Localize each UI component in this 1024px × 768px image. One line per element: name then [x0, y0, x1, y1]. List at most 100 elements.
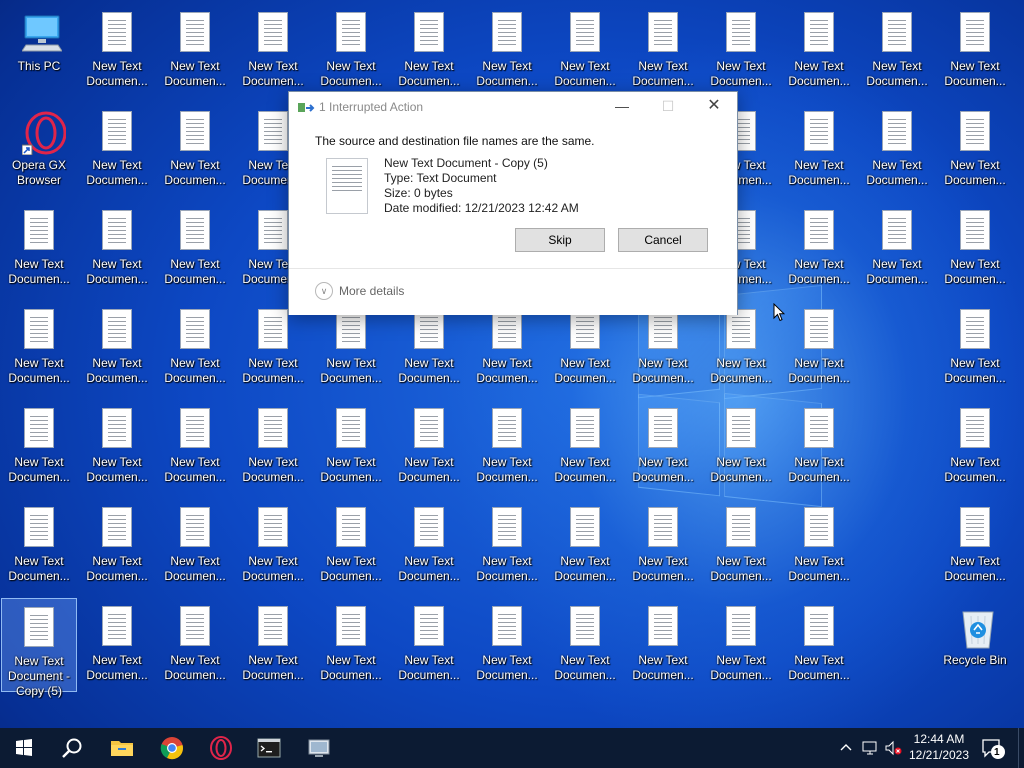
taskbar-clock[interactable]: 12:44 AM 12/21/2023 [904, 731, 974, 763]
taskbar-opera-gx[interactable] [197, 728, 245, 768]
network-icon[interactable] [862, 740, 878, 756]
opera-gx-desktop-icon[interactable]: Opera GX Browser [1, 103, 77, 197]
text-document-desktop-icon[interactable]: New Text Documen... [313, 4, 389, 98]
text-document-desktop-icon[interactable]: New Text Documen... [547, 598, 623, 692]
text-document-desktop-icon[interactable]: New Text Documen... [859, 4, 935, 98]
taskbar-chrome[interactable] [148, 728, 196, 768]
chevron-down-icon[interactable]: ∨ [315, 282, 333, 300]
desktop-icon-label: New Text Documen... [476, 653, 538, 682]
text-document-desktop-icon[interactable]: New Text Documen... [157, 202, 233, 296]
text-document-icon [22, 507, 56, 549]
more-details-link[interactable]: More details [339, 284, 404, 298]
recycle-bin-desktop-icon[interactable]: Recycle Bin [937, 598, 1013, 692]
text-document-desktop-icon[interactable]: New Text Documen... [157, 4, 233, 98]
text-document-desktop-icon[interactable]: New Text Documen... [79, 598, 155, 692]
text-document-desktop-icon[interactable]: New Text Documen... [391, 301, 467, 395]
text-document-desktop-icon[interactable]: New Text Documen... [235, 400, 311, 494]
text-document-desktop-icon[interactable]: New Text Documen... [703, 4, 779, 98]
text-document-desktop-icon[interactable]: New Text Documen... [313, 499, 389, 593]
text-document-desktop-icon[interactable]: New Text Documen... [781, 598, 857, 692]
text-document-desktop-icon[interactable]: New Text Documen... [781, 301, 857, 395]
text-document-desktop-icon[interactable]: New Text Documen... [313, 400, 389, 494]
text-document-desktop-icon[interactable]: New Text Documen... [781, 499, 857, 593]
text-document-desktop-icon[interactable]: New Text Documen... [937, 301, 1013, 395]
text-document-desktop-icon[interactable]: New Text Documen... [469, 301, 545, 395]
cancel-button[interactable]: Cancel [618, 228, 708, 252]
dialog-titlebar[interactable]: 1 Interrupted Action — ☐ ✕ [289, 92, 737, 122]
text-document-desktop-icon[interactable]: New Text Documen... [469, 400, 545, 494]
text-document-desktop-icon[interactable]: New Text Documen... [625, 598, 701, 692]
text-document-desktop-icon[interactable]: New Text Documen... [313, 598, 389, 692]
text-document-desktop-icon[interactable]: New Text Documen... [625, 499, 701, 593]
text-document-desktop-icon[interactable]: New Text Documen... [157, 301, 233, 395]
text-document-desktop-icon[interactable]: New Text Documen... [469, 598, 545, 692]
text-document-desktop-icon[interactable]: New Text Documen... [547, 4, 623, 98]
text-document-desktop-icon[interactable]: New Text Documen... [937, 499, 1013, 593]
text-document-desktop-icon[interactable]: New Text Documen... [235, 598, 311, 692]
text-document-desktop-icon[interactable]: New Text Documen... [703, 301, 779, 395]
taskbar-terminal[interactable] [245, 728, 293, 768]
minimize-button[interactable]: — [599, 92, 645, 122]
text-document-desktop-icon[interactable]: New Text Documen... [937, 400, 1013, 494]
taskbar-file-explorer[interactable] [98, 728, 146, 768]
text-document-desktop-icon[interactable]: New Text Documen... [235, 301, 311, 395]
text-document-desktop-icon[interactable]: New Text Documen... [313, 301, 389, 395]
text-document-desktop-icon[interactable]: New Text Documen... [1, 301, 77, 395]
text-document-desktop-icon[interactable]: New Text Documen... [157, 103, 233, 197]
text-document-desktop-icon[interactable]: New Text Documen... [79, 301, 155, 395]
text-document-desktop-icon[interactable]: New Text Documen... [781, 202, 857, 296]
text-document-desktop-icon[interactable]: New Text Documen... [391, 499, 467, 593]
text-document-desktop-icon[interactable]: New Text Documen... [469, 4, 545, 98]
desktop-icon-label: New Text Documen... [242, 356, 304, 385]
skip-button[interactable]: Skip [515, 228, 605, 252]
text-document-desktop-icon[interactable]: New Text Documen... [781, 4, 857, 98]
text-document-desktop-icon[interactable]: New Text Documen... [859, 202, 935, 296]
chevron-up-icon[interactable] [838, 740, 854, 756]
show-desktop-button[interactable] [1018, 728, 1024, 768]
text-document-desktop-icon[interactable]: New Text Documen... [937, 202, 1013, 296]
text-document-desktop-icon[interactable]: New Text Documen... [937, 103, 1013, 197]
text-document-desktop-icon[interactable]: New Text Documen... [781, 103, 857, 197]
text-document-desktop-icon[interactable]: New Text Documen... [391, 4, 467, 98]
notification-center-button[interactable]: 1 [980, 736, 1006, 760]
text-document-desktop-icon[interactable]: New Text Documen... [469, 499, 545, 593]
desktop-icon-label: New Text Documen... [320, 653, 382, 682]
taskbar-remote-desktop[interactable] [295, 728, 343, 768]
desktop-icon-label: New Text Documen... [788, 356, 850, 385]
text-document-desktop-icon[interactable]: New Text Documen... [79, 4, 155, 98]
text-document-desktop-icon[interactable]: New Text Documen... [703, 598, 779, 692]
maximize-button[interactable]: ☐ [645, 92, 691, 122]
text-document-desktop-icon[interactable]: New Text Documen... [79, 499, 155, 593]
start-button[interactable] [0, 728, 48, 768]
text-document-desktop-icon[interactable]: New Text Documen... [79, 202, 155, 296]
text-document-desktop-icon[interactable]: New Text Documen... [859, 103, 935, 197]
text-document-desktop-icon[interactable]: New Text Documen... [157, 598, 233, 692]
text-document-desktop-icon[interactable]: New Text Documen... [781, 400, 857, 494]
text-document-desktop-icon[interactable]: New Text Documen... [79, 400, 155, 494]
text-document-desktop-icon[interactable]: New Text Documen... [547, 499, 623, 593]
text-document-desktop-icon[interactable]: New Text Documen... [391, 598, 467, 692]
text-document-desktop-icon[interactable]: New Text Documen... [157, 499, 233, 593]
text-document-desktop-icon[interactable]: New Text Documen... [79, 103, 155, 197]
text-document-desktop-icon[interactable]: New Text Documen... [1, 400, 77, 494]
text-document-desktop-icon[interactable]: New Text Documen... [625, 301, 701, 395]
selected-text-document-desktop-icon[interactable]: New Text Document - Copy (5) [1, 598, 77, 698]
text-document-desktop-icon[interactable]: New Text Documen... [1, 499, 77, 593]
text-document-desktop-icon[interactable]: New Text Documen... [235, 4, 311, 98]
text-document-desktop-icon[interactable]: New Text Documen... [937, 4, 1013, 98]
volume-muted-icon[interactable] [884, 740, 902, 756]
text-document-desktop-icon[interactable]: New Text Documen... [703, 400, 779, 494]
this-pc-desktop-icon[interactable]: This PC [1, 4, 77, 98]
text-document-desktop-icon[interactable]: New Text Documen... [1, 202, 77, 296]
text-document-desktop-icon[interactable]: New Text Documen... [157, 400, 233, 494]
text-document-desktop-icon[interactable]: New Text Documen... [625, 400, 701, 494]
close-button[interactable]: ✕ [691, 92, 737, 122]
text-document-desktop-icon[interactable]: New Text Documen... [235, 499, 311, 593]
search-button[interactable] [48, 728, 96, 768]
text-document-desktop-icon[interactable]: New Text Documen... [391, 400, 467, 494]
text-document-desktop-icon[interactable]: New Text Documen... [547, 400, 623, 494]
text-document-desktop-icon[interactable]: New Text Documen... [547, 301, 623, 395]
text-document-desktop-icon[interactable]: New Text Documen... [703, 499, 779, 593]
notification-icon [982, 739, 1005, 759]
text-document-desktop-icon[interactable]: New Text Documen... [625, 4, 701, 98]
